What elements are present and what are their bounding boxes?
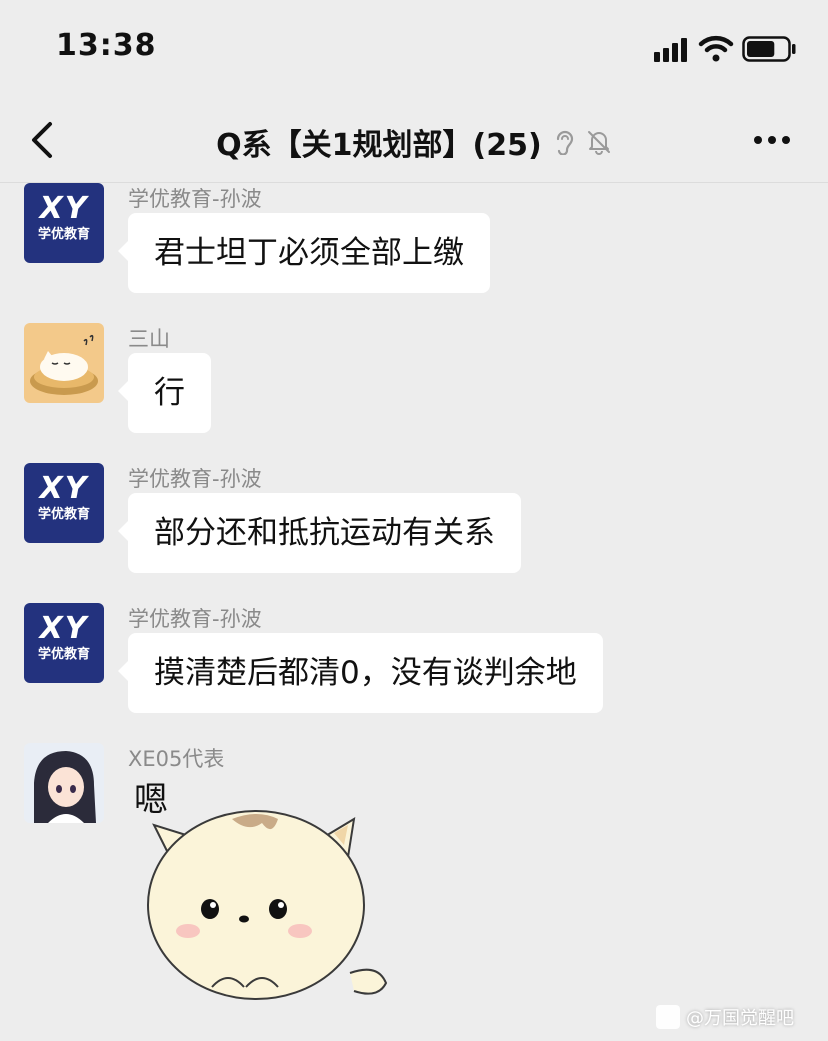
xy-logo-subtitle: 学优教育 [37, 647, 90, 662]
xy-logo-subtitle: 学优教育 [37, 507, 90, 522]
message-bubble[interactable]: 摸清楚后都清0，没有谈判余地 [118, 633, 603, 713]
xy-logo-text: XY [39, 191, 89, 226]
xy-logo-subtitle: 学优教育 [37, 227, 90, 242]
sender-avatar-xy[interactable]: XY 学优教育 [24, 603, 104, 683]
chat-header: Q系【关1规划部】(25) [0, 100, 828, 183]
more-options-icon[interactable] [752, 134, 792, 146]
message-list[interactable]: XY 学优教育 学优教育-孙波 君士坦丁必须全部上缴 三山 行 XY 学优教育 … [0, 183, 828, 1041]
cat-sticker[interactable]: 嗯 [128, 773, 398, 1003]
group-chat-title: Q系【关1规划部】(25) [216, 128, 542, 163]
status-bar: 13:38 [0, 0, 828, 100]
sender-avatar-cat[interactable] [24, 323, 104, 403]
sender-avatar-anime-girl[interactable] [24, 743, 104, 823]
earpiece-mode-icon [556, 130, 573, 155]
xy-logo-text: XY [39, 471, 89, 506]
cellular-signal-icon [654, 38, 687, 62]
message-bubble[interactable]: 君士坦丁必须全部上缴 [118, 213, 490, 293]
status-time: 13:38 [56, 28, 157, 63]
watermark: @万国觉醒吧 [656, 1004, 794, 1034]
watermark-text: @万国觉醒吧 [686, 1008, 794, 1029]
sender-name: 学优教育-孙波 [128, 467, 262, 491]
mute-bell-icon [587, 131, 610, 155]
sender-avatar-xy[interactable]: XY 学优教育 [24, 463, 104, 543]
tieba-logo-icon [656, 1005, 680, 1029]
battery-icon [742, 36, 796, 62]
message-bubble[interactable]: 部分还和抵抗运动有关系 [118, 493, 521, 573]
xy-logo-text: XY [39, 611, 89, 646]
message-bubble[interactable]: 行 [118, 353, 211, 433]
sender-name: 三山 [128, 327, 170, 351]
sender-avatar-xy[interactable]: XY 学优教育 [24, 183, 104, 263]
sender-name: 学优教育-孙波 [128, 187, 262, 211]
title-area: Q系【关1规划部】(25) [0, 120, 828, 164]
wifi-icon [698, 35, 734, 62]
battery-level-fill [747, 41, 775, 57]
sender-name: XE05代表 [128, 747, 225, 771]
sender-name: 学优教育-孙波 [128, 607, 262, 631]
sticker-text: 嗯 [134, 780, 168, 820]
